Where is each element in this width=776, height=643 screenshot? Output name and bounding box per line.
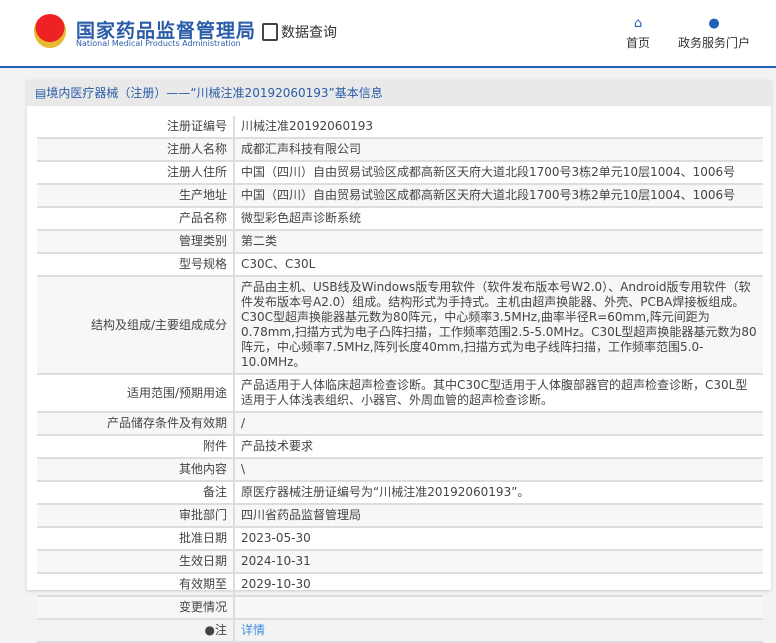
row-label: 附件 [37,435,235,459]
row-label: 备注 [37,481,235,505]
logo-subtitle: National Medical Products Administration [76,39,241,48]
row-label: 批准日期 [37,527,235,551]
row-value: 2024-10-31 [234,550,763,574]
row-value: C30C、C30L [234,253,763,277]
data-query-label: 数据查询 [281,25,337,41]
detail-panel: ▤境内医疗器械（注册）——“川械注准20192060193”基本信息 注册证编号… [27,80,771,643]
search-document-icon [262,23,278,41]
row-label: 注册证编号 [37,116,235,139]
document-icon: ▤ [35,86,47,100]
user-icon: ● [708,16,720,31]
table-row: 产品名称 微型彩色超声诊断系统 [37,207,763,231]
row-value: 四川省药品监督管理局 [234,504,763,528]
row-value: 第二类 [234,230,763,254]
table-row: 备注 原医疗器械注册证编号为“川械注准20192060193”。 [37,481,763,505]
row-label: 产品储存条件及有效期 [37,412,235,436]
row-value: 2029-10-30 [234,573,763,597]
row-label: 注册人名称 [37,138,235,162]
table-row: 生效日期 2024-10-31 [37,550,763,574]
row-value: 微型彩色超声诊断系统 [234,207,763,231]
table-row: 结构及组成/主要组成成分 产品由主机、USB线及Windows版专用软件（软件发布… [37,276,763,375]
table-row: 适用范围/预期用途 产品适用于人体临床超声检查诊断。其中C30C型适用于人体腹部器… [37,374,763,413]
row-value [234,596,763,620]
row-value: 2023-05-30 [234,527,763,551]
table-row: 附件 产品技术要求 [37,435,763,459]
row-value: 中国（四川）自由贸易试验区成都高新区天府大道北段1700号3栋2单元10层100… [234,184,763,208]
row-label: 结构及组成/主要组成成分 [37,276,235,375]
row-label: 生效日期 [37,550,235,574]
table-row: 型号规格 C30C、C30L [37,253,763,277]
lightbulb-icon: ● [204,623,215,637]
nav-home-label: 首页 [626,36,651,50]
row-label: 型号规格 [37,253,235,277]
details-link[interactable]: 详情 [241,623,265,637]
row-label: 注册人住所 [37,161,235,185]
row-label: 变更情况 [37,596,235,620]
home-icon: ⌂ [633,16,643,31]
row-label: 适用范围/预期用途 [37,374,235,413]
row-value: \ [234,458,763,482]
detail-table: 注册证编号 川械注准20192060193 注册人名称 成都汇声科技有限公司 注册人住所… [37,116,763,643]
data-query-link[interactable]: 数据查询 [262,22,337,42]
row-label: 其他内容 [37,458,235,482]
row-value: 原医疗器械注册证编号为“川械注准20192060193”。 [234,481,763,505]
table-row: 其他内容 \ [37,458,763,482]
row-value: 产品技术要求 [234,435,763,459]
row-label: 管理类别 [37,230,235,254]
table-row: 审批部门 四川省药品监督管理局 [37,504,763,528]
table-row: 批准日期 2023-05-30 [37,527,763,551]
row-label: 产品名称 [37,207,235,231]
table-row: 有效期至 2029-10-30 [37,573,763,597]
panel-title: ▤境内医疗器械（注册）——“川械注准20192060193”基本信息 [27,80,771,106]
table-row: 生产地址 中国（四川）自由贸易试验区成都高新区天府大道北段1700号3栋2单元10… [37,184,763,208]
nav-portal-label: 政务服务门户 [678,36,751,50]
table-row: 注册证编号 川械注准20192060193 [37,116,763,139]
nav-service-portal[interactable]: ● 政务服务门户 [678,16,750,51]
table-row-note: ●注 详情 [37,619,763,643]
row-value: / [234,412,763,436]
row-label: 生产地址 [37,184,235,208]
table-row: 产品储存条件及有效期 / [37,412,763,436]
row-value: 产品由主机、USB线及Windows版专用软件（软件发布版本号W2.0）、And… [234,276,763,375]
row-value: 中国（四川）自由贸易试验区成都高新区天府大道北段1700号3栋2单元10层100… [234,161,763,185]
row-label: 审批部门 [37,504,235,528]
table-row: 变更情况 [37,596,763,620]
nav-home[interactable]: ⌂ 首页 [626,16,650,51]
table-row: 管理类别 第二类 [37,230,763,254]
row-value: 成都汇声科技有限公司 [234,138,763,162]
table-row: 注册人住所 中国（四川）自由贸易试验区成都高新区天府大道北段1700号3栋2单元1… [37,161,763,185]
national-emblem-logo [34,14,66,48]
row-value: 产品适用于人体临床超声检查诊断。其中C30C型适用于人体腹部器官的超声检查诊断，… [234,374,763,413]
note-label: 注 [214,623,227,637]
row-value: 川械注准20192060193 [234,116,763,139]
table-row: 注册人名称 成都汇声科技有限公司 [37,138,763,162]
row-label: 有效期至 [37,573,235,597]
site-header: 国家药品监督管理局 National Medical Products Admi… [0,0,776,68]
